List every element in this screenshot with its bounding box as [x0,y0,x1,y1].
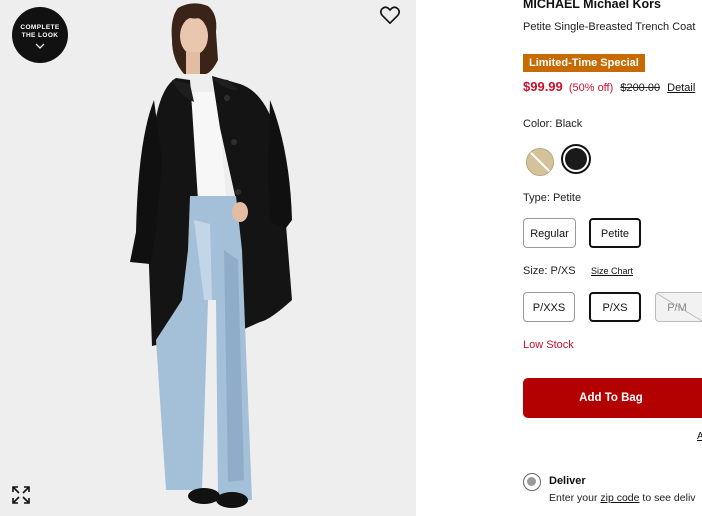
product-photo [130,3,292,508]
deliver-subtext: Enter your zip code to see deliv [549,492,696,504]
type-option-regular[interactable]: Regular [523,218,576,248]
complete-the-look-button[interactable]: COMPLETE THE LOOK [12,7,68,63]
type-label: Type: Petite [523,192,582,204]
discount-percent: (50% off) [568,82,614,94]
chevron-down-icon [35,43,45,49]
zip-code-link[interactable]: zip code [600,492,639,504]
expand-icon[interactable] [11,485,31,505]
deliver-sub-prefix: Enter your [549,492,598,504]
badge-line2: THE LOOK [21,32,59,39]
details-link[interactable]: Detail [667,82,695,94]
size-option-pm[interactable]: P/M [655,292,702,322]
heart-icon[interactable] [379,5,401,25]
size-chart-link[interactable]: Size Chart [591,266,633,276]
sale-price: $99.99 [523,79,563,94]
color-label: Color: Black [523,118,583,130]
product-title: Petite Single-Breasted Trench Coat [523,21,696,33]
deliver-radio[interactable] [523,473,541,491]
product-image-gallery: COMPLETE THE LOOK [0,0,416,516]
secondary-link[interactable]: A [697,431,702,442]
size-option-pxxs[interactable]: P/XXS [523,292,575,322]
stock-status: Low Stock [523,339,574,351]
size-option-pm-label: P/M [667,302,687,314]
deliver-sub-suffix: to see deliv [642,492,696,504]
promo-badge: Limited-Time Special [523,54,645,72]
size-option-pxs[interactable]: P/XS [589,292,641,322]
add-to-bag-button[interactable]: Add To Bag [523,378,702,418]
badge-line1: COMPLETE [20,24,60,31]
type-option-petite[interactable]: Petite [589,218,641,248]
color-swatch-black[interactable] [565,148,587,170]
color-swatch-tan[interactable] [526,148,554,176]
deliver-label: Deliver [549,475,586,487]
original-price: $200.00 [620,82,661,94]
price-row: $99.99 (50% off) $200.00 Detail [523,79,695,94]
brand-name[interactable]: MICHAEL Michael Kors [523,0,661,11]
size-label: Size: P/XS [523,265,576,277]
